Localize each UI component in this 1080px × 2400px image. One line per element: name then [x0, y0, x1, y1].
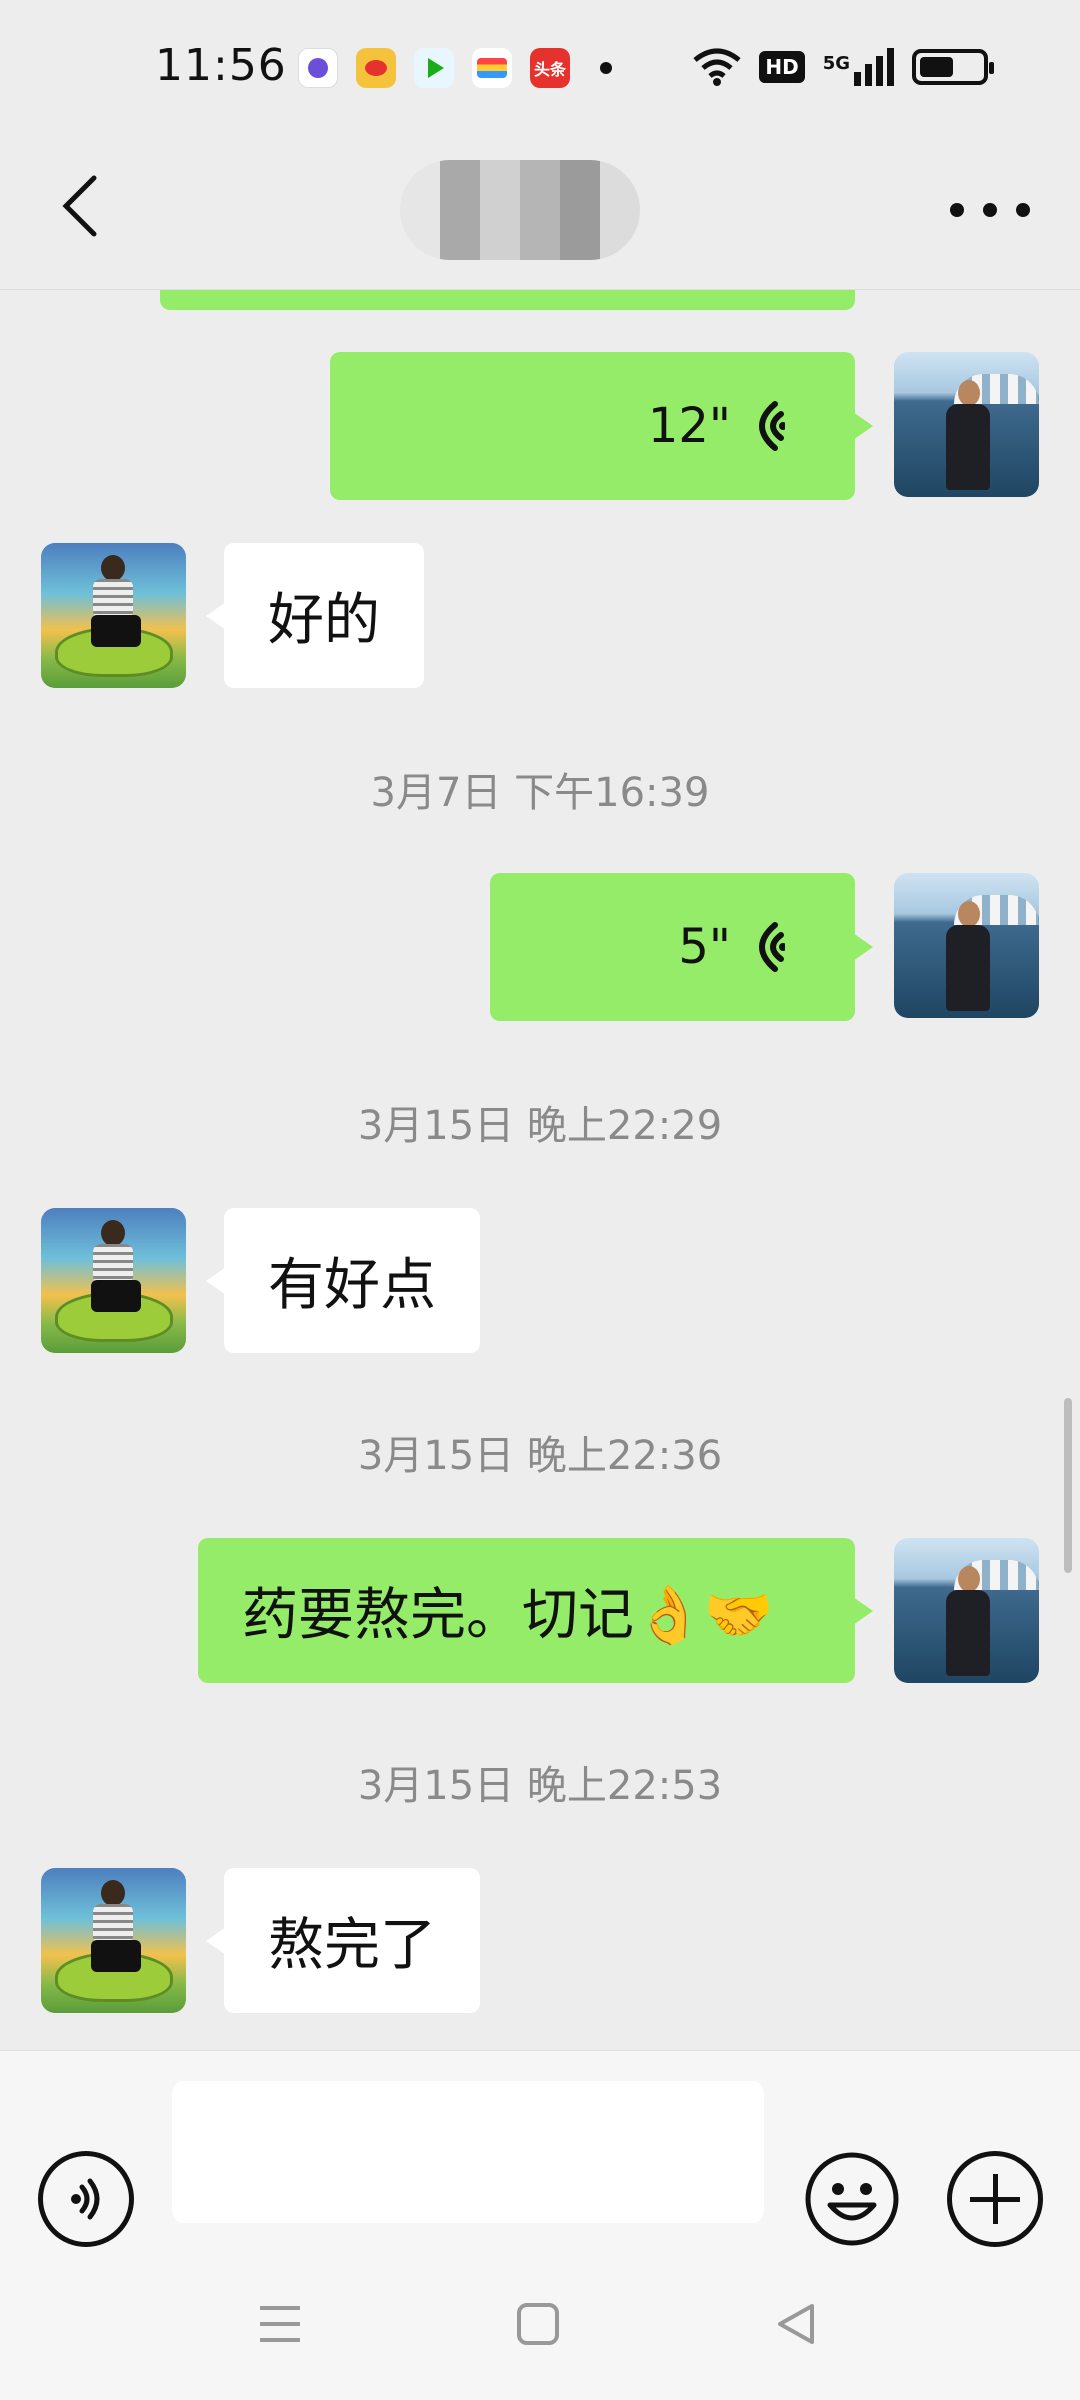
more-options-button[interactable] [950, 180, 1030, 240]
notification-icons: 头条 [298, 48, 612, 88]
chat-header [0, 150, 1080, 290]
system-navigation-bar [0, 2250, 1080, 2400]
status-time: 11:56 [155, 40, 287, 91]
wifi-icon [693, 48, 741, 86]
text-message-bubble[interactable]: 好的 [206, 543, 424, 688]
toutiao-icon: 头条 [530, 48, 570, 88]
voice-icon [71, 2178, 100, 2220]
voice-input-button[interactable] [38, 2151, 134, 2247]
battery-level-fill [920, 57, 953, 77]
battery-icon [912, 49, 994, 85]
text-message-bubble[interactable]: 药要熬完。切记👌🤝 [198, 1538, 873, 1683]
chevron-left-icon [62, 175, 97, 237]
message-input[interactable] [172, 2081, 764, 2223]
text-message-bubble[interactable]: 有好点 [206, 1208, 480, 1353]
message-row: 有好点 [0, 1208, 1080, 1353]
menu-icon [260, 2306, 300, 2342]
voice-duration: 12" [647, 398, 731, 454]
back-triangle-icon [778, 2304, 814, 2344]
message-text: 有好点 [268, 1253, 436, 1318]
message-text: 药要熬完。切记👌🤝 [242, 1583, 774, 1648]
contact-avatar[interactable] [41, 1208, 186, 1353]
message-timestamp: 3月7日 下午16:39 [370, 770, 710, 816]
emoji-button[interactable] [804, 2151, 900, 2247]
message-timestamp: 3月15日 晚上22:29 [357, 1103, 723, 1149]
voice-wave-icon [759, 401, 785, 451]
input-bar [0, 2050, 1080, 2250]
text-message-bubble[interactable]: 熬完了 [206, 1868, 480, 2013]
more-dot-icon [983, 203, 997, 217]
contact-avatar[interactable] [41, 543, 186, 688]
more-dot-icon [950, 203, 964, 217]
back-button[interactable] [40, 166, 120, 246]
scrollbar-thumb[interactable] [1064, 1398, 1072, 1573]
more-dot-icon [1016, 203, 1030, 217]
my-avatar[interactable] [894, 352, 1039, 497]
message-text: 熬完了 [268, 1913, 436, 1978]
card-app-icon [472, 48, 512, 88]
message-row: 5" [0, 873, 1080, 1021]
message-row: 好的 [0, 543, 1080, 688]
my-avatar[interactable] [894, 1538, 1039, 1683]
status-bar: 11:56 头条 HD 5G [0, 0, 1080, 150]
message-timestamp: 3月15日 晚上22:36 [357, 1433, 723, 1479]
signal-icon: 5G [823, 48, 894, 86]
message-row: 药要熬完。切记👌🤝 [0, 1538, 1080, 1683]
weibo-icon [356, 48, 396, 88]
back-nav-button[interactable] [766, 2294, 826, 2354]
home-nav-button[interactable] [508, 2294, 568, 2354]
voice-wave-icon [759, 922, 785, 972]
voice-duration: 5" [678, 919, 731, 975]
hd-badge: HD [759, 51, 805, 83]
message-row: 熬完了 [0, 1868, 1080, 2013]
message-text: 好的 [268, 588, 380, 653]
message-bubble-partial[interactable] [160, 290, 855, 310]
network-type-label: 5G [822, 53, 850, 74]
my-avatar[interactable] [894, 873, 1039, 1018]
message-row: 12" [0, 352, 1080, 500]
chat-title-obscured [400, 160, 640, 260]
contact-avatar[interactable] [41, 1868, 186, 2013]
more-actions-button[interactable] [947, 2151, 1043, 2247]
menu-nav-button[interactable] [250, 2294, 310, 2354]
message-timestamp: 3月15日 晚上22:53 [357, 1763, 723, 1809]
voice-message-bubble[interactable]: 12" [330, 352, 873, 500]
chat-message-list[interactable]: 12" 好的 3月7日 下午16:39 5" 3月15日 晚上22:29 有好点… [0, 290, 1080, 2050]
chat-app-icon [298, 48, 338, 88]
home-square-icon [517, 2303, 559, 2345]
system-icons: HD 5G [693, 48, 994, 86]
video-app-icon [414, 48, 454, 88]
voice-message-bubble[interactable]: 5" [490, 873, 873, 1021]
more-notifications-dot [600, 62, 612, 74]
